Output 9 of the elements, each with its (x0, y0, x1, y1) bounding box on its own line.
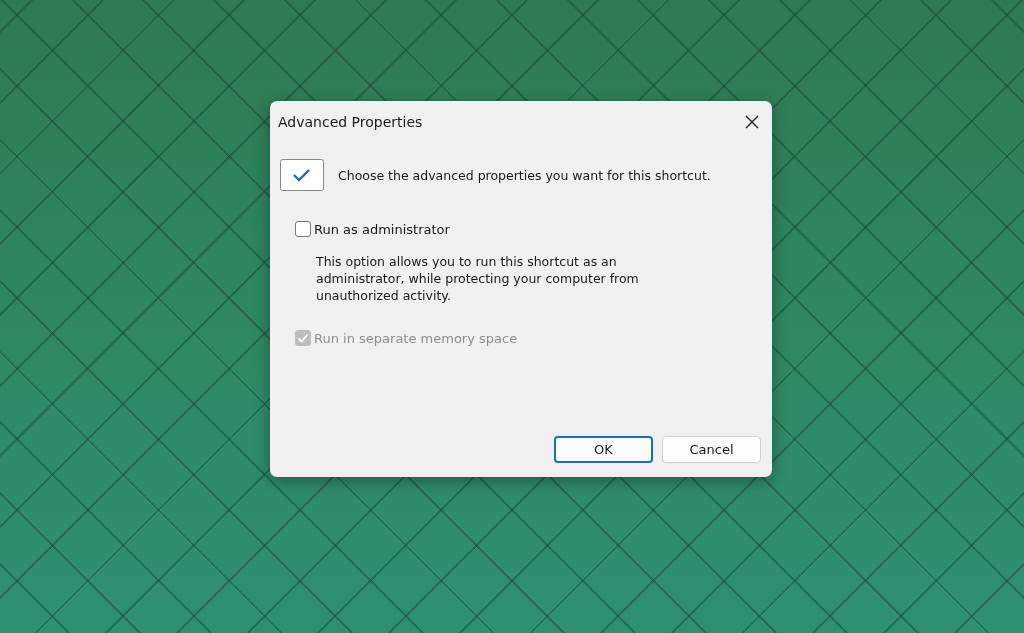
window-title: Advanced Properties (278, 114, 423, 130)
close-icon[interactable] (744, 114, 760, 130)
ok-button[interactable]: OK (554, 436, 653, 463)
checkmark-icon (280, 159, 324, 191)
checkbox[interactable] (295, 221, 311, 237)
checkbox-label[interactable]: Run as administrator (314, 221, 450, 237)
option-description: This option allows you to run this shortcut as an administrator, while protecting your computer from unauthorized activity. (316, 253, 640, 304)
cancel-button[interactable]: Cancel (662, 436, 761, 463)
instruction-text: Choose the advanced properties you want for this shortcut. (338, 167, 711, 183)
